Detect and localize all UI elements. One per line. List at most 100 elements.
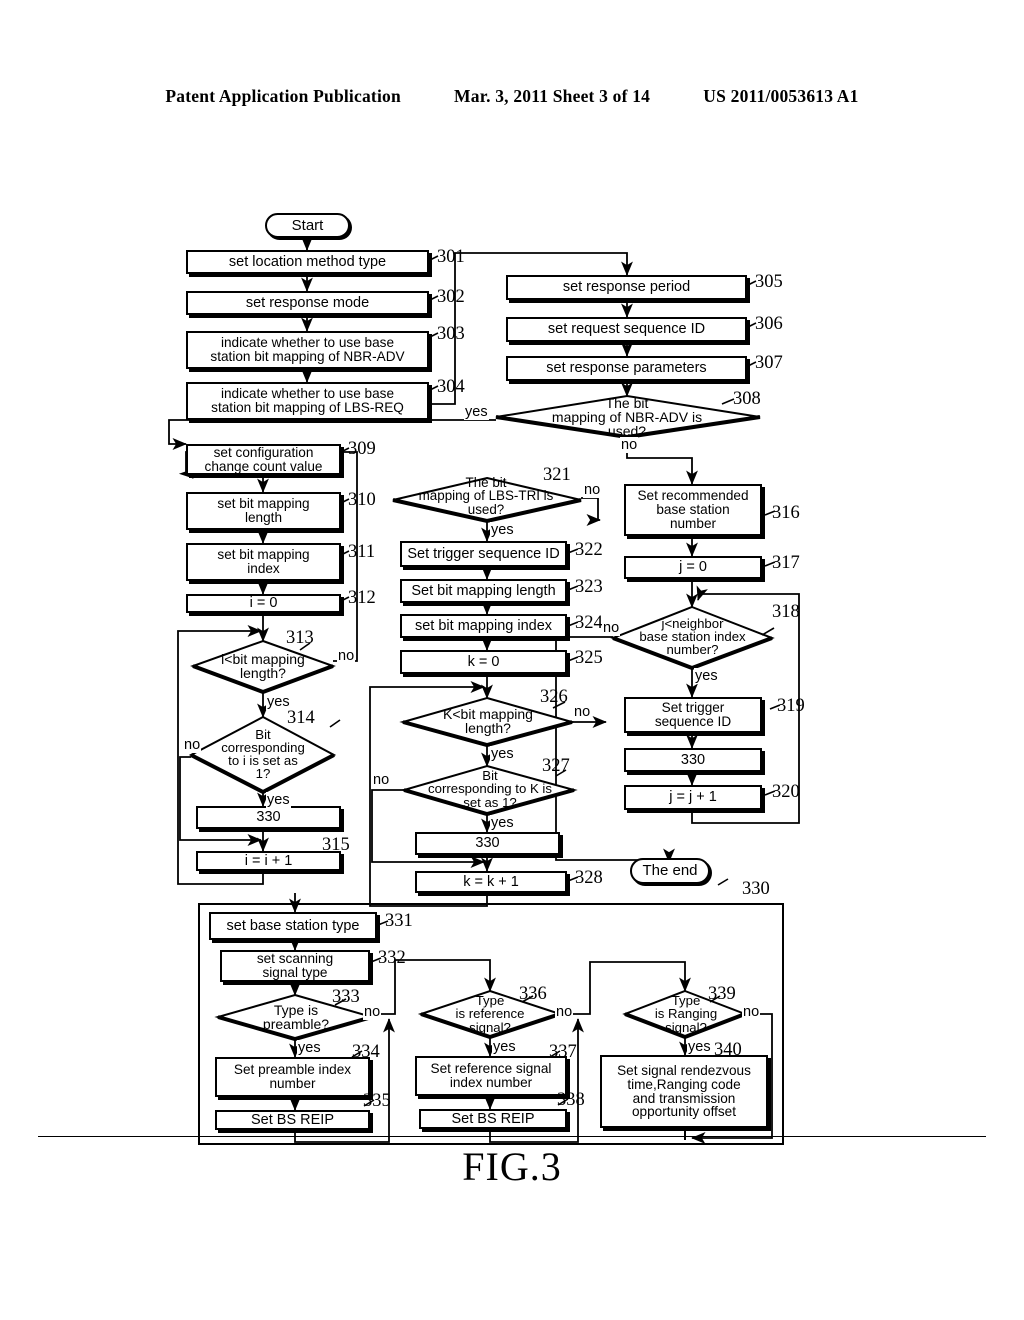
- edge-336-no: no: [555, 1004, 574, 1020]
- process-316[interactable]: Set recommended base station number: [624, 484, 762, 536]
- ref-309: 309: [348, 439, 376, 459]
- process-304[interactable]: indicate whether to use base station bit…: [186, 382, 429, 420]
- ref-319: 319: [777, 696, 805, 716]
- process-317[interactable]: j = 0: [624, 556, 762, 579]
- process-306[interactable]: set request sequence ID: [506, 317, 747, 342]
- process-315-label: i = i + 1: [244, 852, 293, 869]
- edge-313-yes: yes: [266, 694, 291, 710]
- subroutine-call-330-a-label: 330: [256, 809, 281, 826]
- process-334[interactable]: Set preamble index number: [215, 1057, 370, 1097]
- ref-303: 303: [437, 324, 465, 344]
- process-331[interactable]: set base station type: [209, 912, 377, 940]
- terminal-end[interactable]: The end: [630, 858, 710, 884]
- process-320[interactable]: j = j + 1: [624, 785, 762, 810]
- ref-331: 331: [385, 911, 413, 931]
- ref-323: 323: [575, 577, 603, 597]
- ref-325: 325: [575, 648, 603, 668]
- process-309[interactable]: set configuration change count value: [186, 444, 341, 475]
- process-301-label: set location method type: [228, 253, 387, 270]
- process-323-label: Set bit mapping length: [411, 582, 556, 599]
- ref-326: 326: [540, 687, 568, 707]
- process-325-label: k = 0: [467, 653, 500, 670]
- process-320-label: j = j + 1: [669, 789, 717, 806]
- process-303[interactable]: indicate whether to use base station bit…: [186, 331, 429, 369]
- subroutine-call-330-c-label: 330: [680, 751, 706, 768]
- process-302[interactable]: set response mode: [186, 291, 429, 315]
- process-317-label: j = 0: [679, 559, 707, 576]
- edge-308-no: no: [620, 437, 639, 453]
- ref-330-group: 330: [742, 879, 770, 899]
- process-311-label: set bit mapping index: [217, 547, 310, 576]
- ref-316: 316: [772, 503, 800, 523]
- ref-305: 305: [755, 272, 783, 292]
- ref-335: 335: [363, 1091, 391, 1111]
- edge-327-yes: yes: [490, 815, 515, 831]
- process-310-label: set bit mapping length: [217, 496, 310, 525]
- process-312[interactable]: i = 0: [186, 594, 341, 613]
- process-301[interactable]: set location method type: [186, 250, 429, 274]
- process-305-label: set response period: [562, 279, 691, 296]
- ref-322: 322: [575, 540, 603, 560]
- ref-307: 307: [755, 353, 783, 373]
- edge-339-no: no: [742, 1004, 761, 1020]
- subroutine-call-330-a[interactable]: 330: [196, 806, 341, 829]
- ref-338: 338: [557, 1090, 585, 1110]
- edge-321-no: no: [583, 482, 602, 498]
- edge-336-yes: yes: [492, 1039, 517, 1055]
- ref-306: 306: [755, 314, 783, 334]
- ref-334: 334: [352, 1042, 380, 1062]
- ref-317: 317: [772, 553, 800, 573]
- process-307[interactable]: set response parameters: [506, 356, 747, 381]
- subroutine-call-330-c[interactable]: 330: [624, 748, 762, 772]
- ref-318: 318: [772, 602, 800, 622]
- ref-311: 311: [348, 542, 376, 562]
- subroutine-call-330-b[interactable]: 330: [415, 832, 560, 855]
- ref-314: 314: [287, 708, 315, 728]
- terminal-start-label: Start: [291, 216, 324, 234]
- process-312-label: i = 0: [249, 595, 278, 612]
- ref-340: 340: [714, 1040, 742, 1060]
- process-335-label: Set BS REIP: [250, 1111, 334, 1128]
- subroutine-call-330-b-label: 330: [475, 835, 500, 852]
- process-306-label: set request sequence ID: [547, 321, 706, 338]
- process-305[interactable]: set response period: [506, 275, 747, 300]
- process-309-label: set configuration change count value: [204, 444, 323, 474]
- process-311[interactable]: set bit mapping index: [186, 543, 341, 581]
- terminal-end-label: The end: [642, 862, 698, 880]
- edge-333-no: no: [363, 1004, 382, 1020]
- edge-321-yes: yes: [490, 522, 515, 538]
- process-335[interactable]: Set BS REIP: [215, 1110, 370, 1130]
- ref-321: 321: [543, 465, 571, 485]
- process-322[interactable]: Set trigger sequence ID: [400, 541, 567, 567]
- process-319[interactable]: Set trigger sequence ID: [624, 697, 762, 733]
- process-323[interactable]: Set bit mapping length: [400, 579, 567, 603]
- decision-308-shape: [495, 394, 761, 439]
- process-315[interactable]: i = i + 1: [196, 851, 341, 871]
- process-334-label: Set preamble index number: [233, 1062, 352, 1091]
- ref-339: 339: [708, 984, 736, 1004]
- ref-302: 302: [437, 287, 465, 307]
- process-302-label: set response mode: [245, 294, 370, 311]
- process-324-label: set bit mapping index: [414, 617, 553, 634]
- process-337[interactable]: Set reference signal index number: [415, 1056, 567, 1096]
- process-325[interactable]: k = 0: [400, 650, 567, 674]
- process-338[interactable]: Set BS REIP: [419, 1109, 567, 1129]
- process-332[interactable]: set scanning signal type: [220, 950, 370, 982]
- process-310[interactable]: set bit mapping length: [186, 492, 341, 530]
- ref-336: 336: [519, 984, 547, 1004]
- process-316-label: Set recommended base station number: [637, 488, 749, 531]
- ref-308: 308: [733, 389, 761, 409]
- edge-318-yes: yes: [694, 668, 719, 684]
- process-340[interactable]: Set signal rendezvous time,Ranging code …: [600, 1055, 768, 1128]
- edge-333-yes: yes: [297, 1040, 322, 1056]
- ref-312: 312: [348, 588, 376, 608]
- ref-313: 313: [286, 628, 314, 648]
- process-324[interactable]: set bit mapping index: [400, 614, 567, 638]
- process-332-label: set scanning signal type: [256, 951, 334, 980]
- edge-314-yes: yes: [266, 792, 291, 808]
- ref-315: 315: [322, 835, 350, 855]
- process-328[interactable]: k = k + 1: [415, 871, 567, 893]
- terminal-start[interactable]: Start: [265, 213, 350, 238]
- ref-337: 337: [549, 1042, 577, 1062]
- ref-328: 328: [575, 868, 603, 888]
